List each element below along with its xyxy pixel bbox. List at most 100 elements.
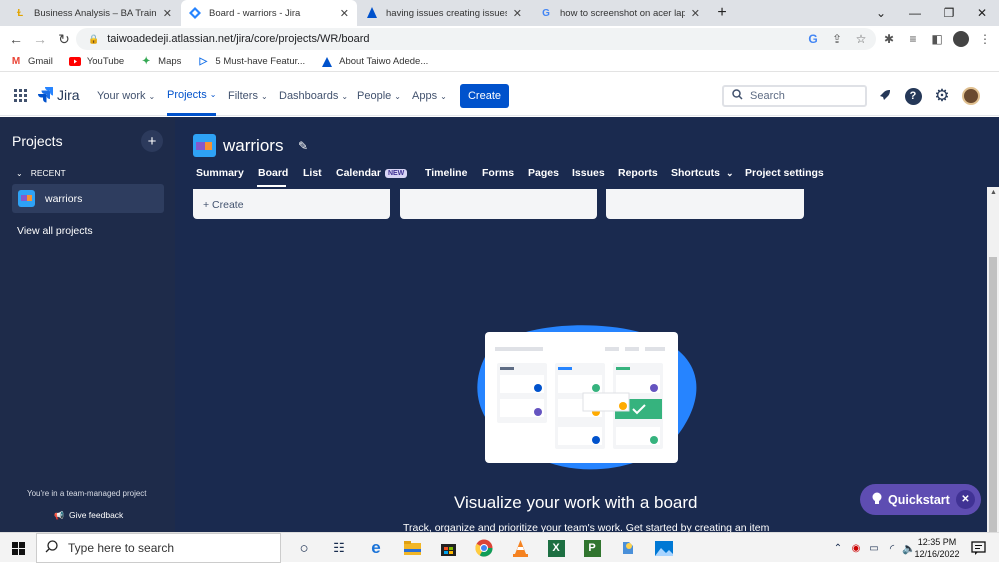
google-icon: G	[542, 7, 550, 19]
chevron-down-icon: ⌄	[726, 167, 734, 178]
nav-people[interactable]: People ⌄	[357, 76, 401, 116]
address-bar-row: ← → ↻ 🔒 taiwoadedeji.atlassian.net/jira/…	[0, 26, 999, 52]
search-input[interactable]: Search	[722, 85, 867, 107]
settings-gear-icon[interactable]: ⚙	[931, 85, 953, 107]
board-column	[606, 189, 804, 219]
bookmark-about[interactable]: About Taiwo Adede...	[321, 56, 428, 68]
store-icon[interactable]	[436, 536, 460, 560]
view-all-projects-link[interactable]: View all projects	[17, 225, 93, 237]
close-quickstart-button[interactable]: ✕	[956, 490, 975, 509]
reload-button[interactable]: ↻	[52, 26, 76, 52]
cortana-icon[interactable]: ○	[292, 536, 316, 560]
bookmark-star-icon[interactable]: ☆	[850, 26, 872, 52]
nav-projects[interactable]: Projects ⌄	[167, 76, 217, 116]
project-icon[interactable]: P	[580, 536, 604, 560]
weather-icon[interactable]	[616, 536, 640, 560]
close-tab-icon[interactable]: ✕	[513, 7, 522, 20]
url-input[interactable]: 🔒 taiwoadedeji.atlassian.net/jira/core/p…	[76, 28, 876, 50]
close-tab-icon[interactable]: ✕	[163, 7, 172, 20]
search-icon	[45, 540, 58, 556]
nav-filters[interactable]: Filters ⌄	[228, 76, 268, 116]
project-avatar-icon	[18, 190, 35, 207]
nav-your-work[interactable]: Your work ⌄	[97, 76, 155, 116]
share-icon[interactable]: ⇪	[826, 26, 848, 52]
help-icon[interactable]: ?	[902, 85, 924, 107]
forward-button[interactable]: →	[28, 26, 52, 52]
profile-avatar[interactable]	[950, 26, 972, 52]
bookmark-maps[interactable]: ✦ Maps	[140, 56, 181, 68]
google-lens-icon[interactable]: G	[802, 26, 824, 52]
file-explorer-icon[interactable]	[400, 536, 424, 560]
tab-having-issues[interactable]: having issues creating issues on ✕	[358, 0, 530, 26]
jira-icon	[38, 87, 53, 103]
nav-apps[interactable]: Apps ⌄	[412, 76, 447, 116]
tab-board[interactable]: Board	[258, 167, 288, 179]
taskbar-clock[interactable]: 12:35 PM 12/16/2022	[914, 536, 960, 560]
tab-google-search[interactable]: G how to screenshot on acer laptop ✕	[532, 0, 708, 26]
chevron-down-icon: ⌄	[148, 91, 156, 101]
create-button[interactable]: Create	[460, 84, 509, 108]
notifications-rocket-icon[interactable]	[873, 85, 895, 107]
ba-training-icon: Ɫ	[16, 7, 24, 19]
close-window-button[interactable]: ✕	[965, 0, 999, 26]
back-button[interactable]: ←	[4, 26, 28, 52]
app-switcher-icon[interactable]	[14, 89, 27, 105]
tab-project-settings[interactable]: Project settings	[745, 167, 824, 179]
excel-icon[interactable]: X	[544, 536, 568, 560]
vlc-icon[interactable]	[508, 536, 532, 560]
extensions-icon[interactable]: ✱	[878, 26, 900, 52]
maps-icon: ✦	[141, 56, 151, 67]
board-column	[400, 189, 597, 219]
tab-jira-board[interactable]: Board - warriors - Jira ✕	[181, 0, 357, 26]
windows-start-icon[interactable]	[6, 536, 30, 560]
tab-timeline[interactable]: Timeline	[425, 167, 467, 179]
jira-logo[interactable]: Jira	[38, 87, 80, 103]
side-panel-icon[interactable]: ◧	[926, 26, 948, 52]
project-action-icon[interactable]: ✎	[298, 139, 308, 153]
tab-pages[interactable]: Pages	[528, 167, 559, 179]
give-feedback-link[interactable]: 📢 Give feedback	[54, 510, 123, 520]
task-view-icon[interactable]: ☷	[327, 536, 351, 560]
atlassian-icon	[321, 56, 333, 68]
chrome-menu-icon[interactable]: ⋮	[974, 26, 996, 52]
chevron-down-icon: ⌄	[394, 91, 401, 101]
tab-issues[interactable]: Issues	[572, 167, 605, 179]
tab-calendar[interactable]: Calendar NEW	[336, 167, 408, 179]
board-main: warriors ✎ Summary Board List Calendar N…	[175, 117, 999, 532]
sidebar-item-warriors[interactable]: warriors	[12, 184, 164, 213]
bookmark-featured[interactable]: ▷ 5 Must-have Featur...	[197, 56, 306, 68]
tab-reports[interactable]: Reports	[618, 167, 658, 179]
tab-forms[interactable]: Forms	[482, 167, 514, 179]
chrome-icon[interactable]	[472, 536, 496, 560]
edge-icon[interactable]: e	[364, 536, 388, 560]
user-avatar[interactable]	[960, 85, 982, 107]
tab-shortcuts[interactable]: Shortcuts ⌄	[671, 167, 734, 179]
minimize-button[interactable]: —	[898, 0, 932, 26]
close-tab-icon[interactable]: ✕	[691, 7, 700, 20]
scrollbar[interactable]: ▲	[987, 187, 999, 532]
add-project-button[interactable]: +	[141, 130, 163, 152]
tab-summary[interactable]: Summary	[196, 167, 244, 179]
quickstart-button[interactable]: Quickstart ✕	[860, 484, 981, 515]
chevron-down-icon: ⌄	[260, 91, 268, 101]
windows-taskbar: Type here to search ○ ☷ e X P ⌃ ◉ ▭ ◜ 🔈 …	[0, 532, 999, 563]
notification-center-icon[interactable]	[966, 536, 990, 560]
photos-icon[interactable]	[652, 536, 676, 560]
tab-list[interactable]: List	[303, 167, 322, 179]
lightbulb-icon	[872, 492, 882, 508]
media-icon[interactable]: ≡	[902, 26, 924, 52]
tab-ba-training[interactable]: Ɫ Business Analysis – BA Training & ✕	[6, 0, 180, 26]
project-sidebar: Projects + ⌄ RECENT warriors View all pr…	[0, 117, 175, 532]
new-tab-button[interactable]: +	[705, 0, 739, 26]
nav-dashboards[interactable]: Dashboards ⌄	[279, 76, 348, 116]
column-create-button[interactable]: + Create	[203, 199, 244, 211]
recent-section-header[interactable]: ⌄ RECENT	[16, 168, 66, 178]
empty-board-subtitle: Track, organize and prioritize your team…	[403, 522, 770, 532]
youtube-icon	[68, 56, 81, 68]
tab-search-icon[interactable]: ⌄	[864, 0, 898, 26]
restore-button[interactable]: ❐	[932, 0, 966, 26]
close-tab-icon[interactable]: ✕	[340, 7, 349, 20]
bookmark-gmail[interactable]: M Gmail	[10, 56, 53, 68]
bookmark-youtube[interactable]: YouTube	[68, 56, 124, 68]
taskbar-search-box[interactable]: Type here to search	[36, 533, 281, 563]
